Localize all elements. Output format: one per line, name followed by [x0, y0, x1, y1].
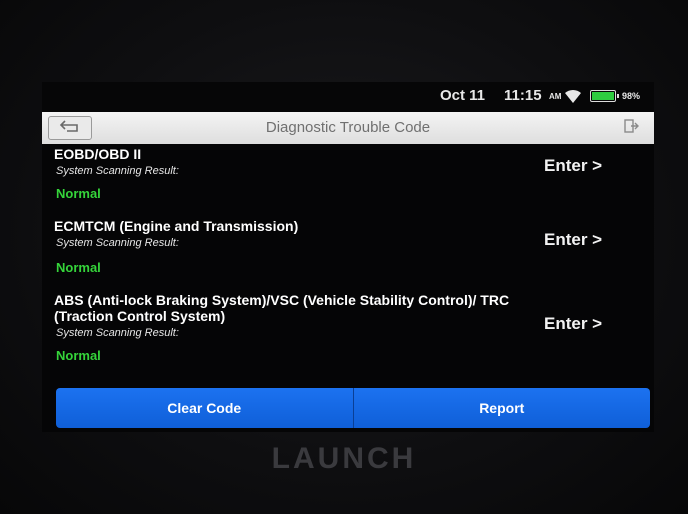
device-screen: Oct 11 11:15 AM 98% Diagnostic Trouble C… [42, 82, 654, 432]
exit-button[interactable] [614, 116, 648, 140]
footer-button-bar: Clear Code Report [56, 388, 650, 428]
clear-code-button[interactable]: Clear Code [56, 388, 353, 428]
status-badge: Normal [56, 348, 101, 363]
scan-result-label: System Scanning Result: [56, 165, 179, 177]
battery-percent: 98% [622, 91, 641, 101]
enter-button[interactable]: Enter > [544, 230, 602, 250]
enter-button[interactable]: Enter > [544, 314, 602, 334]
system-name: EOBD/OBD II [54, 146, 142, 162]
enter-button[interactable]: Enter > [544, 156, 602, 176]
status-time: 11:15 [504, 87, 542, 104]
wifi-icon [564, 88, 582, 104]
system-name: ABS (Anti-lock Braking System)/VSC (Vehi… [54, 292, 510, 324]
system-name: ECMTCM (Engine and Transmission) [54, 218, 299, 234]
status-bar: Oct 11 11:15 AM 98% [42, 82, 654, 110]
battery-fill [592, 92, 614, 100]
scan-result-label: System Scanning Result: [56, 237, 179, 249]
title-bar: Diagnostic Trouble Code [42, 112, 654, 144]
scan-result-label: System Scanning Result: [56, 327, 179, 339]
battery-icon [590, 90, 619, 102]
page-title: Diagnostic Trouble Code [265, 119, 431, 136]
status-badge: Normal [56, 186, 101, 201]
exit-icon [623, 118, 639, 139]
status-ampm: AM [549, 92, 562, 101]
status-badge: Normal [56, 260, 101, 275]
status-date: Oct 11 [440, 87, 486, 104]
brand-logo: LAUNCH [271, 442, 417, 475]
report-button[interactable]: Report [353, 388, 650, 428]
